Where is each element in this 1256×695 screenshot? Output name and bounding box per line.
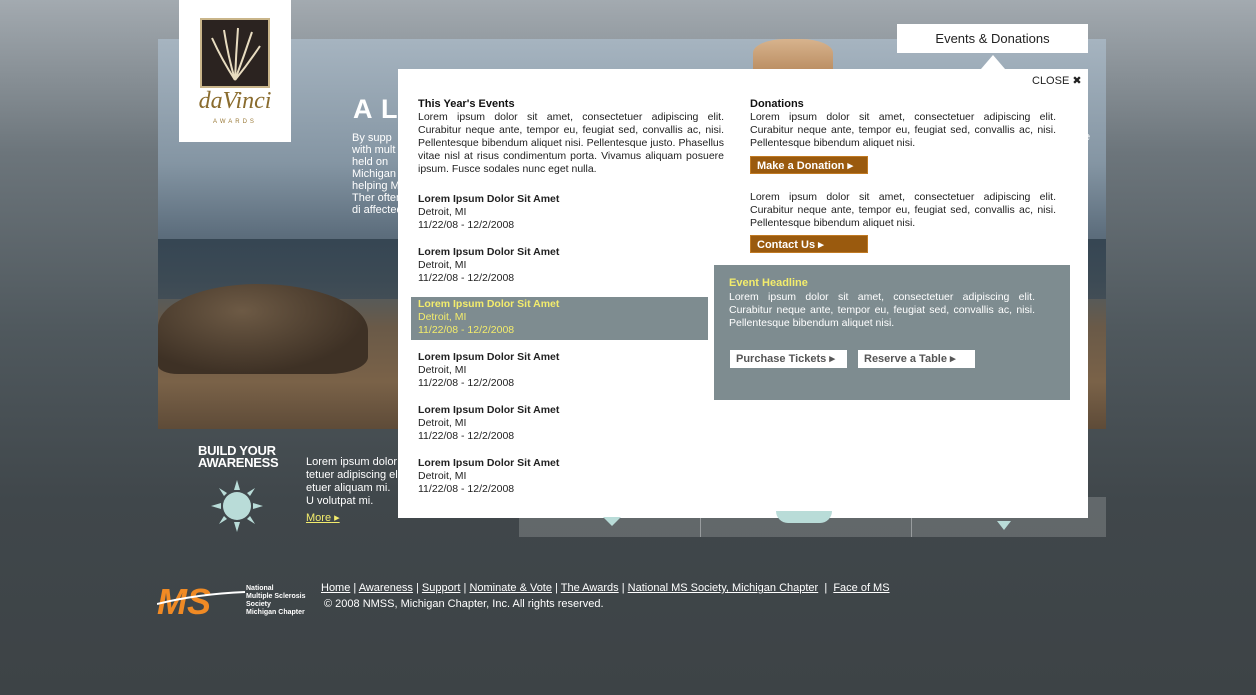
- reserve-table-button[interactable]: Reserve a Table ▸: [858, 350, 975, 368]
- ms-org-line: National: [246, 585, 274, 592]
- ms-org-line: Michigan Chapter: [246, 609, 305, 616]
- event-dates: 11/22/08 - 12/2/2008: [418, 324, 515, 336]
- feature-tiles: [519, 497, 1106, 537]
- tab-events-donations[interactable]: Events & Donations: [897, 24, 1088, 53]
- event-dates: 11/22/08 - 12/2/2008: [418, 272, 515, 284]
- close-button[interactable]: CLOSE ✖: [1032, 74, 1082, 87]
- event-location: Detroit, MI: [418, 470, 467, 482]
- event-location: Detroit, MI: [418, 364, 467, 376]
- contact-text: Lorem ipsum dolor sit amet, consectetuer…: [750, 191, 1056, 229]
- event-location: Detroit, MI: [418, 206, 467, 218]
- ms-org-name: National Multiple Sclerosis Society Mich…: [246, 585, 306, 617]
- tile-divider: [700, 497, 701, 537]
- arrow-right-icon: ▸: [847, 160, 853, 172]
- footer-link-home[interactable]: Home: [321, 582, 350, 594]
- footer-link-the-awards[interactable]: The Awards: [561, 582, 619, 594]
- tile-pointer-icon: [997, 521, 1011, 530]
- tile-circle-icon: [776, 511, 832, 523]
- footer-link-nominate[interactable]: Nominate & Vote: [469, 582, 552, 594]
- awareness-title-line2: AWARENESS: [198, 455, 279, 470]
- copyright: © 2008 NMSS, Michigan Chapter, Inc. All …: [324, 598, 604, 610]
- event-headline: Event Headline: [729, 277, 808, 289]
- event-detail-box: Event Headline Lorem ipsum dolor sit ame…: [714, 265, 1070, 400]
- event-title: Lorem Ipsum Dolor Sit Amet: [418, 351, 560, 363]
- arrow-right-icon: ▸: [950, 353, 956, 365]
- contact-us-label: Contact Us: [757, 239, 816, 251]
- awareness-text: Lorem ipsum dolor tetuer adipiscing el e…: [306, 456, 398, 507]
- events-donations-panel: CLOSE ✖ This Year's Events Lorem ipsum d…: [398, 69, 1088, 518]
- logo-wordmark: daVinci: [198, 88, 272, 114]
- event-item[interactable]: Lorem Ipsum Dolor Sit Amet Detroit, MI 1…: [418, 193, 714, 232]
- footer-nav: Home | Awareness | Support | Nominate & …: [321, 582, 890, 594]
- event-dates: 11/22/08 - 12/2/2008: [418, 430, 515, 442]
- contact-us-button[interactable]: Contact Us ▸: [750, 235, 868, 253]
- awareness-title: BUILD YOUR AWARENESS: [198, 444, 279, 470]
- event-title: Lorem Ipsum Dolor Sit Amet: [418, 193, 560, 205]
- footer-link-face-of-ms[interactable]: Face of MS: [833, 582, 889, 594]
- ms-org-line: Society: [246, 601, 271, 608]
- arrow-right-icon: ▸: [331, 512, 340, 524]
- wheat-emblem-icon: [200, 18, 270, 88]
- event-location: Detroit, MI: [418, 311, 467, 323]
- events-heading: This Year's Events: [418, 98, 515, 110]
- event-item[interactable]: Lorem Ipsum Dolor Sit Amet Detroit, MI 1…: [418, 404, 714, 443]
- event-dates: 11/22/08 - 12/2/2008: [418, 377, 515, 389]
- donations-text: Lorem ipsum dolor sit amet, consectetuer…: [750, 111, 1056, 149]
- ms-mark: MS: [157, 582, 211, 618]
- make-donation-label: Make a Donation: [757, 160, 845, 172]
- footer-link-awareness[interactable]: Awareness: [359, 582, 413, 594]
- purchase-tickets-label: Purchase Tickets: [736, 353, 827, 365]
- event-location: Detroit, MI: [418, 259, 467, 271]
- event-title: Lorem Ipsum Dolor Sit Amet: [418, 246, 560, 258]
- event-item-selected[interactable]: Lorem Ipsum Dolor Sit Amet Detroit, MI 1…: [411, 297, 708, 340]
- event-dates: 11/22/08 - 12/2/2008: [418, 219, 515, 231]
- reserve-table-label: Reserve a Table: [864, 353, 947, 365]
- tile-divider: [911, 497, 912, 537]
- more-link[interactable]: More ▸: [306, 511, 340, 524]
- hero-rock: [158, 284, 368, 374]
- donations-heading: Donations: [750, 98, 804, 110]
- purchase-tickets-button[interactable]: Purchase Tickets ▸: [730, 350, 847, 368]
- ms-society-logo[interactable]: MS: [156, 581, 247, 623]
- event-item[interactable]: Lorem Ipsum Dolor Sit Amet Detroit, MI 1…: [418, 457, 714, 496]
- event-description: Lorem ipsum dolor sit amet, consectetuer…: [729, 291, 1035, 329]
- event-item[interactable]: Lorem Ipsum Dolor Sit Amet Detroit, MI 1…: [418, 351, 714, 390]
- event-dates: 11/22/08 - 12/2/2008: [418, 483, 515, 495]
- event-location: Detroit, MI: [418, 417, 467, 429]
- make-donation-button[interactable]: Make a Donation ▸: [750, 156, 868, 174]
- event-title: Lorem Ipsum Dolor Sit Amet: [418, 298, 560, 310]
- davinci-awards-logo[interactable]: daVinci AWARDS: [179, 0, 291, 142]
- footer-link-nms-society[interactable]: National MS Society, Michigan Chapter: [628, 582, 819, 594]
- tab-pointer-icon: [981, 55, 1005, 69]
- logo-subtitle: AWARDS: [213, 119, 257, 125]
- ms-org-line: Multiple Sclerosis: [246, 593, 306, 600]
- sun-icon: [211, 480, 263, 532]
- more-label: More: [306, 512, 332, 524]
- events-intro: Lorem ipsum dolor sit amet, consectetuer…: [418, 111, 724, 175]
- arrow-right-icon: ▸: [818, 239, 824, 251]
- event-title: Lorem Ipsum Dolor Sit Amet: [418, 404, 560, 416]
- event-title: Lorem Ipsum Dolor Sit Amet: [418, 457, 560, 469]
- tile-pointer-icon: [603, 517, 621, 526]
- footer-link-support[interactable]: Support: [422, 582, 461, 594]
- arrow-right-icon: ▸: [829, 353, 835, 365]
- event-item[interactable]: Lorem Ipsum Dolor Sit Amet Detroit, MI 1…: [418, 246, 714, 285]
